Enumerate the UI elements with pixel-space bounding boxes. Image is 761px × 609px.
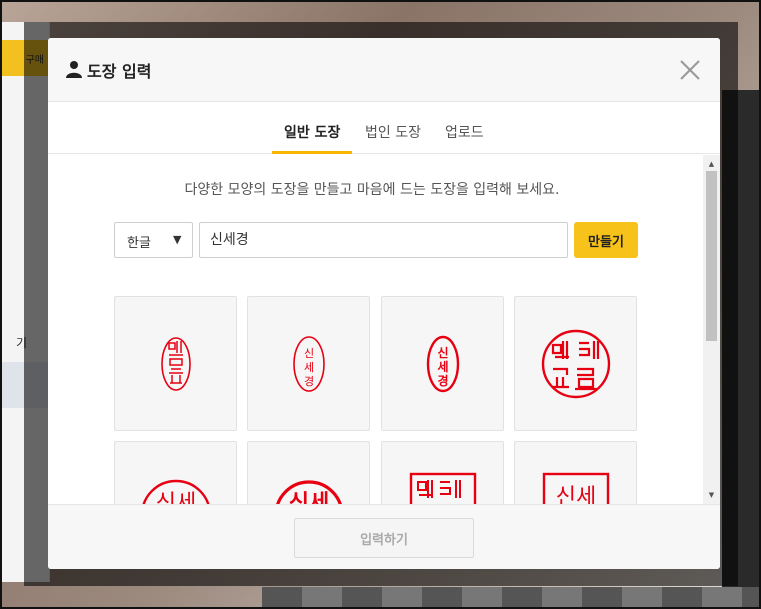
user-icon <box>66 61 82 78</box>
square-horizontal-stamp-icon: 신세 <box>542 472 610 504</box>
stamp-input-dialog: 도장 입력 일반 도장 법인 도장 업로드 다양한 모양의 도장을 만들고 마음… <box>48 38 720 569</box>
svg-text:세: 세 <box>437 359 448 374</box>
chevron-down-icon: ▼ <box>173 233 182 246</box>
submit-button[interactable]: 입력하기 <box>294 518 474 558</box>
tab-general-stamp[interactable]: 일반 도장 <box>271 122 353 154</box>
oval-vertical-stamp-icon: 신 세 경 <box>293 336 325 392</box>
oval-bold-stamp-icon: 신 세 경 <box>426 335 460 393</box>
dialog-footer: 입력하기 <box>48 504 720 569</box>
svg-text:경: 경 <box>437 374 448 388</box>
stamp-option-2[interactable]: 신 세 경 <box>247 296 370 431</box>
dialog-title: 도장 입력 <box>87 62 152 81</box>
stamp-option-4[interactable] <box>514 296 637 431</box>
stamp-option-3[interactable]: 신 세 경 <box>381 296 504 431</box>
tab-corporate-stamp[interactable]: 법인 도장 <box>365 122 421 154</box>
scroll-down-arrow-icon[interactable]: ▼ <box>703 488 720 502</box>
dialog-scrollbar[interactable]: ▲ ▼ <box>703 155 720 504</box>
instruction-text: 다양한 모양의 도장을 만들고 마음에 드는 도장을 입력해 보세요. <box>184 182 560 198</box>
close-icon[interactable] <box>676 56 704 84</box>
svg-text:경: 경 <box>304 375 314 388</box>
script-select[interactable]: 한글 ▼ <box>114 222 193 258</box>
make-button[interactable]: 만들기 <box>574 222 638 258</box>
name-input[interactable]: 신세경 <box>199 222 568 258</box>
stamp-type-tabs: 일반 도장 법인 도장 업로드 <box>48 102 720 154</box>
stamp-option-6[interactable]: 신세 <box>247 441 370 504</box>
script-select-value: 한글 <box>127 236 151 251</box>
svg-text:신세: 신세 <box>289 491 329 504</box>
svg-text:신세: 신세 <box>556 485 596 504</box>
svg-text:신세: 신세 <box>156 491 196 504</box>
background-bottom-strip <box>262 587 759 607</box>
scroll-up-arrow-icon[interactable]: ▲ <box>703 157 720 171</box>
svg-text:신: 신 <box>304 347 314 360</box>
stamp-option-5[interactable]: 신세 <box>114 441 237 504</box>
scrollbar-thumb[interactable] <box>706 171 717 341</box>
dialog-body: 다양한 모양의 도장을 만들고 마음에 드는 도장을 입력해 보세요. 한글 ▼… <box>48 155 720 504</box>
svg-text:신: 신 <box>437 345 448 360</box>
stamp-option-1[interactable] <box>114 296 237 431</box>
stamp-option-8[interactable]: 신세 <box>514 441 637 504</box>
oval-seal-stamp-icon <box>161 337 191 391</box>
dialog-header: 도장 입력 <box>48 38 720 102</box>
circle-seal-stamp-icon <box>541 329 611 399</box>
stamp-option-7[interactable] <box>381 441 504 504</box>
svg-text:세: 세 <box>304 361 314 374</box>
circle-horizontal-stamp-icon: 신세 <box>142 479 210 504</box>
square-seal-stamp-icon <box>409 472 477 504</box>
circle-bold-stamp-icon: 신세 <box>276 480 342 504</box>
tab-upload[interactable]: 업로드 <box>445 122 484 154</box>
